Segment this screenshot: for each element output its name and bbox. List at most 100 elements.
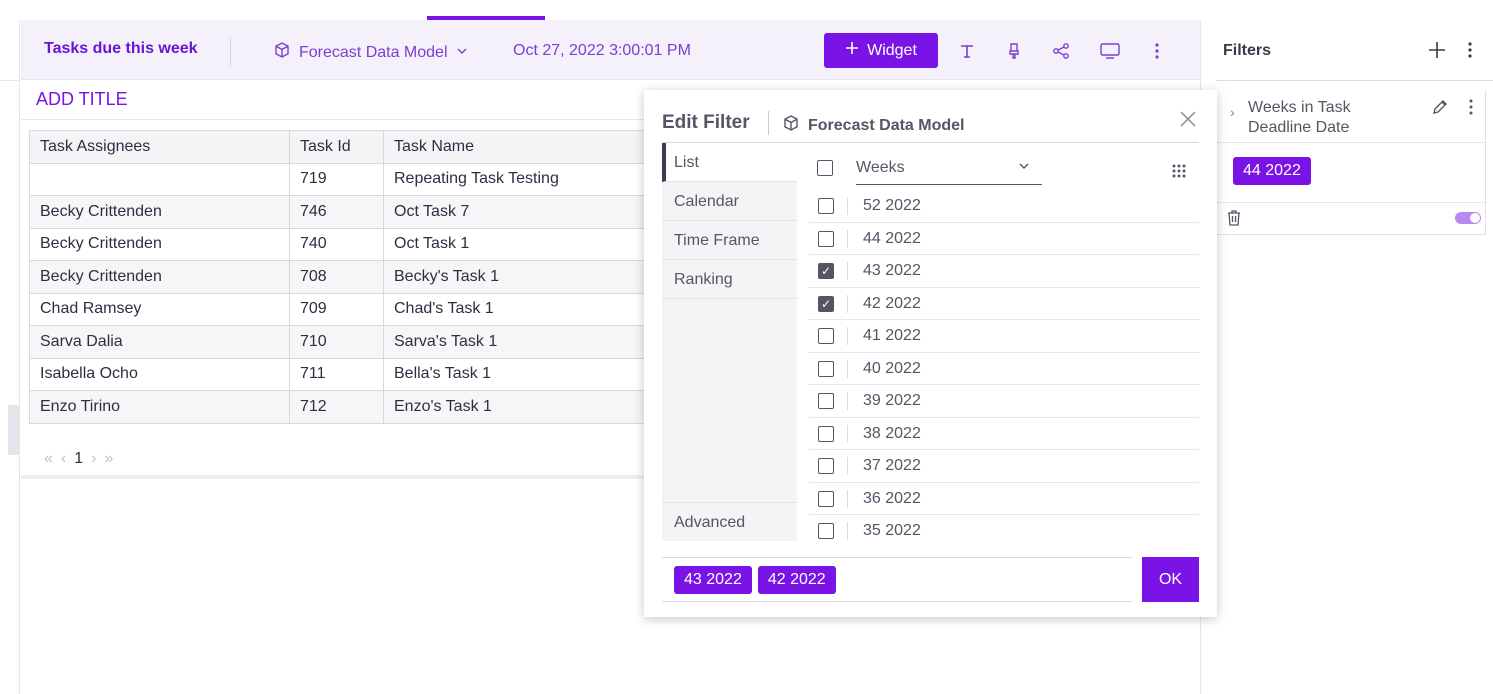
plus-icon [845,41,859,60]
filter-name: Weeks in Task Deadline Date [1248,99,1351,136]
table-row: Becky Crittenden 708 Becky's Task 1 [29,260,649,294]
tab-time-frame[interactable]: Time Frame [662,221,797,260]
add-title-button[interactable]: ADD TITLE [36,89,128,110]
filter-toggle[interactable] [1455,212,1481,224]
table-cell: Chad Ramsey [29,292,290,326]
paint-brush-icon[interactable] [1004,41,1024,61]
item-checkbox[interactable] [818,458,834,474]
filter-card-divider [1217,142,1487,143]
item-checkbox[interactable] [818,393,834,409]
grid-view-icon[interactable] [1171,163,1187,182]
selected-value-chip[interactable]: 42 2022 [757,565,836,594]
close-icon[interactable] [1179,107,1197,135]
add-widget-label: Widget [867,41,917,59]
item-divider [847,424,848,443]
collapse-handle[interactable] [8,405,20,455]
chevron-right-icon[interactable]: › [1230,104,1235,120]
filters-more-icon[interactable] [1467,41,1473,64]
add-filter-icon[interactable] [1428,41,1446,64]
item-checkbox[interactable] [818,425,834,442]
page-number[interactable]: 1 [74,450,83,468]
item-divider [847,457,848,475]
first-page-icon[interactable]: « [44,450,53,468]
ok-button[interactable]: OK [1142,557,1199,602]
list-item[interactable]: 36 2022 [809,483,1199,515]
add-widget-button[interactable]: Widget [824,33,938,68]
filters-title: Filters [1223,42,1272,59]
table-cell: Sarva's Task 1 [383,325,649,359]
list-item[interactable]: 41 2022 [809,320,1199,353]
select-all-checkbox[interactable] [817,160,833,176]
top-strip [0,0,1493,20]
table-cell: Sarva Dalia [29,325,290,359]
tab-list[interactable]: List [662,143,797,182]
tab-ranking[interactable]: Ranking [662,260,797,299]
item-label: 40 2022 [863,359,921,377]
more-options-icon[interactable] [1147,41,1167,61]
list-item[interactable]: 42 2022 [809,288,1199,320]
table-cell: 710 [289,325,384,359]
column-header[interactable]: Task Name [383,130,649,164]
tab-calendar[interactable]: Calendar [662,182,797,221]
filters-divider [1216,80,1493,81]
filters-panel: Filters › Weeks in Task Deadline Date 44… [1200,20,1493,694]
table-cell: Oct Task 7 [383,195,649,229]
pencil-icon[interactable] [1431,98,1449,121]
filter-card[interactable]: › Weeks in Task Deadline Date 44 2022 [1216,90,1487,235]
item-checkbox[interactable] [818,263,834,279]
trash-icon[interactable] [1226,209,1242,232]
item-label: 38 2022 [863,424,921,442]
dialog-title: Edit Filter [662,112,750,133]
table-row: Becky Crittenden 740 Oct Task 1 [29,227,649,261]
selected-value-chip[interactable]: 44 2022 [1233,157,1311,185]
selected-value-chip[interactable]: 43 2022 [674,565,752,594]
item-label: 36 2022 [863,489,921,507]
dashboard-header: Tasks due this week Forecast Data Model … [21,20,1200,80]
dialog-model-label: Forecast Data Model [808,116,965,134]
item-checkbox[interactable] [818,523,834,539]
table-cell: Bella's Task 1 [383,357,649,391]
table-cell: 746 [289,195,384,229]
item-checkbox[interactable] [818,360,834,377]
list-item[interactable]: 35 2022 [809,515,1199,541]
header-divider [230,37,231,67]
list-item[interactable]: 37 2022 [809,450,1199,483]
list-item[interactable]: 38 2022 [809,418,1199,450]
dashboard-title[interactable]: Tasks due this week [44,40,198,58]
table-cell: 711 [289,357,384,391]
item-divider [847,262,848,280]
list-item[interactable]: 52 2022 [809,190,1199,223]
item-checkbox[interactable] [818,328,834,344]
item-label: 37 2022 [863,457,921,474]
monitor-icon[interactable] [1100,41,1120,61]
item-label: 43 2022 [863,262,921,279]
item-checkbox[interactable] [818,198,834,214]
item-checkbox[interactable] [818,490,834,507]
item-checkbox[interactable] [818,295,834,312]
column-header[interactable]: Task Assignees [29,130,290,164]
level-dropdown[interactable]: Weeks [856,159,1042,185]
filter-more-icon[interactable] [1468,98,1474,121]
previous-page-icon[interactable]: ‹ [61,450,66,468]
last-page-icon[interactable]: » [104,450,113,468]
item-label: 35 2022 [863,522,921,539]
table-cell: Oct Task 1 [383,227,649,261]
item-divider [847,327,848,345]
list-item[interactable]: 43 2022 [809,255,1199,288]
column-header[interactable]: Task Id [289,130,384,164]
table-cell: 740 [289,227,384,261]
table-row: Chad Ramsey 709 Chad's Task 1 [29,292,649,326]
table-row: Isabella Ocho 711 Bella's Task 1 [29,357,649,391]
list-item[interactable]: 39 2022 [809,385,1199,418]
data-model-selector[interactable]: Forecast Data Model [273,41,468,64]
share-icon[interactable] [1051,41,1071,61]
list-item[interactable]: 40 2022 [809,353,1199,385]
table-row: Enzo Tirino 712 Enzo's Task 1 [29,390,649,424]
tab-advanced[interactable]: Advanced [662,502,797,541]
item-divider [847,197,848,215]
next-page-icon[interactable]: › [91,450,96,468]
filter-value-list: Weeks 52 2022 44 2022 43 2022 42 2022 41 202… [809,143,1199,541]
text-icon[interactable] [957,41,977,61]
item-checkbox[interactable] [818,230,834,247]
list-item[interactable]: 44 2022 [809,223,1199,255]
